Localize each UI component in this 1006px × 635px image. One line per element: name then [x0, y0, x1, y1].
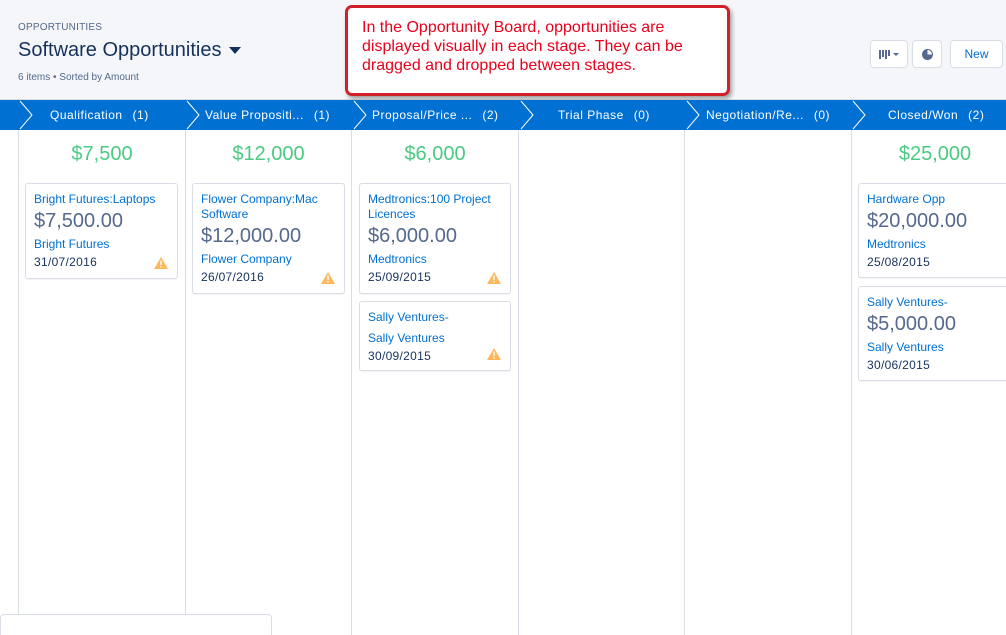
opportunity-card[interactable]: Medtronics:100 Project Licences $6,000.0… — [359, 183, 511, 294]
close-date: 25/08/2015 — [867, 255, 931, 269]
opportunity-card[interactable]: Sally Ventures- $5,000.00 Sally Ventures… — [858, 286, 1006, 381]
column-divider — [18, 130, 19, 635]
close-date: 31/07/2016 — [34, 255, 98, 269]
board-view-icon — [879, 49, 890, 59]
stage-total: $25,000 — [898, 143, 972, 165]
close-date: 25/09/2015 — [368, 270, 432, 284]
account-link[interactable]: Sally Ventures — [867, 340, 1006, 355]
opportunity-name-link[interactable]: Sally Ventures- — [867, 295, 1006, 310]
stage-bar: Qualification (1) Value Propositi... (1)… — [0, 100, 1006, 130]
chevron-down-icon — [893, 52, 899, 56]
new-button[interactable]: New — [950, 40, 1003, 68]
callout-text: In the Opportunity Board, opportunities … — [362, 19, 683, 74]
opportunity-card[interactable]: Flower Company:Mac Software $12,000.00 F… — [192, 183, 345, 294]
column-divider — [518, 130, 519, 635]
stage-total: $7,500 — [71, 143, 133, 165]
close-date: 26/07/2016 — [201, 270, 265, 284]
warning-icon — [154, 257, 168, 269]
opportunity-name-link[interactable]: Hardware Opp — [867, 192, 1006, 207]
stage-name: Qualification — [50, 108, 123, 122]
warning-icon — [321, 272, 335, 284]
chevron-right-icon — [19, 100, 33, 130]
chevron-down-icon[interactable] — [229, 47, 242, 54]
opportunity-card[interactable]: Hardware Opp $20,000.00 Medtronics 25/08… — [858, 183, 1006, 278]
warning-icon — [487, 348, 501, 360]
stage-count: (1) — [313, 108, 330, 122]
account-link[interactable]: Medtronics — [368, 252, 502, 267]
chevron-right-icon — [520, 100, 534, 130]
chevron-right-icon — [353, 100, 367, 130]
column-divider — [351, 130, 352, 635]
view-switcher-button[interactable] — [870, 40, 908, 68]
column-divider — [684, 130, 685, 635]
stage-name: Closed/Won — [888, 108, 959, 122]
stage-header-trial-phase[interactable]: Trial Phase (0) — [558, 100, 678, 130]
stage-count: (0) — [633, 108, 650, 122]
opportunity-card[interactable]: Sally Ventures- Sally Ventures 30/09/201… — [359, 301, 511, 371]
opportunity-amount: $12,000.00 — [201, 225, 302, 247]
stage-header-proposal[interactable]: Proposal/Price ... (2) — [372, 100, 515, 130]
chevron-right-icon — [852, 100, 866, 130]
list-title: Software Opportunities — [18, 39, 222, 61]
opportunity-card[interactable]: Bright Futures:Laptops $7,500.00 Bright … — [25, 183, 178, 279]
account-link[interactable]: Sally Ventures — [368, 331, 502, 346]
opportunity-amount: $5,000.00 — [867, 313, 956, 335]
list-view-selector[interactable]: Software Opportunities — [18, 39, 242, 62]
stage-count: (2) — [482, 108, 499, 122]
stage-count: (0) — [813, 108, 831, 122]
opportunity-amount: $20,000.00 — [867, 210, 968, 232]
opportunity-name-link[interactable]: Bright Futures:Laptops — [34, 192, 169, 207]
opportunity-name-link[interactable]: Medtronics:100 Project Licences — [368, 192, 502, 222]
stage-count: (2) — [968, 108, 985, 122]
stage-header-closed-won[interactable]: Closed/Won (2) — [888, 100, 1006, 130]
pie-chart-icon — [921, 48, 933, 60]
opportunity-amount: $6,000.00 — [368, 225, 457, 247]
column-divider — [185, 130, 186, 635]
list-toolbar: New — [870, 40, 1003, 68]
annotation-callout: In the Opportunity Board, opportunities … — [345, 5, 730, 96]
chevron-right-icon — [686, 100, 700, 130]
stage-total: $6,000 — [404, 143, 466, 165]
stage-name: Proposal/Price ... — [372, 108, 473, 122]
opportunity-name-link[interactable]: Flower Company:Mac Software — [201, 192, 336, 222]
account-link[interactable]: Bright Futures — [34, 237, 169, 252]
opportunity-amount: $7,500.00 — [34, 210, 123, 232]
account-link[interactable]: Medtronics — [867, 237, 1006, 252]
bottom-panel — [0, 614, 272, 635]
stage-count: (1) — [132, 108, 149, 122]
warning-icon — [487, 272, 501, 284]
opportunity-name-link[interactable]: Sally Ventures- — [368, 310, 502, 325]
stage-header-negotiation[interactable]: Negotiation/Re... (0) — [706, 100, 851, 130]
charts-button[interactable] — [912, 40, 942, 68]
stage-header-qualification[interactable]: Qualification (1) — [50, 100, 180, 130]
close-date: 30/09/2015 — [368, 349, 432, 363]
object-label: OPPORTUNITIES — [18, 22, 103, 33]
stage-name: Value Propositi... — [205, 108, 304, 122]
account-link[interactable]: Flower Company — [201, 252, 336, 267]
stage-header-value-proposition[interactable]: Value Propositi... (1) — [205, 100, 348, 130]
column-divider — [851, 130, 852, 635]
stage-name: Trial Phase — [558, 108, 624, 122]
list-meta: 6 items • Sorted by Amount — [18, 72, 139, 83]
chevron-right-icon — [186, 100, 200, 130]
stage-name: Negotiation/Re... — [706, 108, 804, 122]
close-date: 30/06/2015 — [867, 358, 931, 372]
stage-total: $12,000 — [232, 143, 305, 165]
opportunity-board-page: OPPORTUNITIES Software Opportunities 6 i… — [0, 0, 1006, 635]
